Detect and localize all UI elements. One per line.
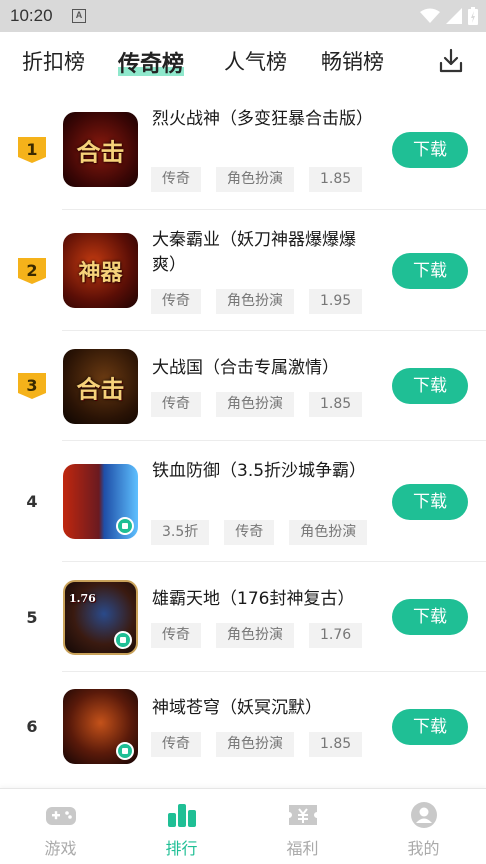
- game-icon[interactable]: 神器: [63, 233, 138, 308]
- tag: 角色扮演: [216, 732, 294, 757]
- tab-label: 传奇榜: [118, 52, 185, 77]
- tab-label: 畅销榜: [321, 50, 384, 74]
- user-icon: [410, 802, 437, 828]
- tag: 角色扮演: [216, 167, 294, 192]
- tab-legend[interactable]: 传奇榜: [118, 46, 185, 78]
- tab-label: 折扣榜: [22, 50, 85, 74]
- game-title: 神域苍穹（妖冥沉默）: [152, 698, 322, 718]
- ranking-icon: [167, 804, 196, 827]
- game-title: 雄霸天地（176封神复古）: [152, 589, 355, 609]
- tag: 1.85: [309, 167, 363, 192]
- nav-welfare[interactable]: 福利: [242, 789, 363, 864]
- download-button[interactable]: 下载: [392, 368, 468, 404]
- nav-ranking[interactable]: 排行: [121, 789, 242, 864]
- rank-number: 1: [26, 140, 38, 159]
- rank-number: 3: [26, 376, 38, 395]
- tag: 1.95: [309, 289, 363, 314]
- rank-number: 2: [26, 261, 38, 280]
- list-item[interactable]: 5 1.76 雄霸天地（176封神复古） 传奇 角色扮演 1.76 下载: [0, 562, 486, 672]
- wifi-icon: [420, 8, 440, 23]
- download-button[interactable]: 下载: [392, 253, 468, 289]
- tab-popular[interactable]: 人气榜: [224, 46, 287, 76]
- status-time: 10:20: [10, 6, 53, 25]
- rank-number: 5: [26, 608, 38, 627]
- tag: 1.76: [309, 623, 363, 648]
- game-tags: 传奇 角色扮演 1.85: [151, 392, 363, 417]
- list-item[interactable]: 6 神域苍穹（妖冥沉默） 传奇 角色扮演 1.85 下载: [0, 672, 486, 782]
- tag: 传奇: [151, 732, 201, 757]
- tab-bestseller[interactable]: 畅销榜: [321, 46, 384, 76]
- signal-icon: [446, 8, 462, 24]
- game-tags: 传奇 角色扮演 1.95: [151, 289, 363, 314]
- notification-icon: A: [72, 9, 86, 23]
- nav-label: 游戏: [44, 839, 77, 858]
- ticket-icon: [288, 805, 317, 825]
- download-button[interactable]: 下载: [392, 709, 468, 745]
- nav-games[interactable]: 游戏: [0, 789, 121, 864]
- tag: 传奇: [151, 289, 201, 314]
- game-title: 烈火战神（多变狂暴合击版）: [152, 109, 373, 129]
- download-button[interactable]: 下载: [392, 484, 468, 520]
- tag: 传奇: [151, 167, 201, 192]
- tag: 角色扮演: [216, 289, 294, 314]
- tab-label: 人气榜: [224, 50, 287, 74]
- game-title: 铁血防御（3.5折沙城争霸）: [152, 461, 367, 481]
- badge-icon: [116, 517, 134, 535]
- game-icon[interactable]: [63, 464, 138, 539]
- tag: 传奇: [151, 392, 201, 417]
- list-item[interactable]: 3 合击 大战国（合击专属激情） 传奇 角色扮演 1.85 下载: [0, 331, 486, 441]
- tag: 传奇: [151, 623, 201, 648]
- tag: 角色扮演: [289, 520, 368, 545]
- status-icons: [420, 7, 478, 25]
- badge-icon: [114, 631, 132, 649]
- game-icon[interactable]: 合击: [63, 112, 138, 187]
- game-icon[interactable]: [63, 689, 138, 764]
- tag: 角色扮演: [216, 623, 294, 648]
- game-tags: 传奇 角色扮演 1.85: [151, 167, 363, 192]
- game-tags: 3.5折 传奇 角色扮演: [151, 520, 368, 545]
- download-button[interactable]: 下载: [392, 599, 468, 635]
- tag: 角色扮演: [216, 392, 294, 417]
- rank-number: 6: [26, 717, 38, 736]
- list-item[interactable]: 2 神器 大秦霸业（妖刀神器爆爆爆爽） 传奇 角色扮演 1.95 下载: [0, 210, 486, 331]
- game-tags: 传奇 角色扮演 1.85: [151, 732, 363, 757]
- game-icon-label: 1.76: [69, 592, 96, 605]
- battery-icon: [468, 7, 478, 25]
- list-item[interactable]: 4 铁血防御（3.5折沙城争霸） 3.5折 传奇 角色扮演 下载: [0, 441, 486, 562]
- status-bar: 10:20 A: [0, 0, 486, 32]
- tag: 1.85: [309, 732, 363, 757]
- tag: 传奇: [224, 520, 275, 545]
- game-icon-label: 神器: [78, 259, 123, 286]
- download-button[interactable]: 下载: [392, 132, 468, 168]
- list-item[interactable]: 1 合击 烈火战神（多变狂暴合击版） 传奇 角色扮演 1.85 下载: [0, 92, 486, 210]
- tag: 1.85: [309, 392, 363, 417]
- game-icon[interactable]: 1.76: [63, 580, 138, 655]
- nav-label: 福利: [286, 839, 319, 858]
- gamepad-icon: [45, 807, 76, 825]
- game-title: 大秦霸业（妖刀神器爆爆爆爽）: [152, 230, 356, 275]
- tab-discount[interactable]: 折扣榜: [22, 46, 85, 76]
- rank-tabs: 折扣榜 传奇榜 人气榜 畅销榜: [0, 32, 486, 92]
- badge-icon: [116, 742, 134, 760]
- tag: 3.5折: [151, 520, 210, 545]
- game-icon[interactable]: 合击: [63, 349, 138, 424]
- nav-mine[interactable]: 我的: [363, 789, 484, 864]
- game-icon-label: 合击: [76, 137, 125, 166]
- game-title: 大战国（合击专属激情）: [152, 358, 339, 378]
- nav-label: 排行: [165, 839, 198, 858]
- download-icon[interactable]: [438, 48, 464, 74]
- nav-label: 我的: [407, 839, 440, 858]
- rank-number: 4: [26, 492, 38, 511]
- bottom-nav: 游戏 排行 福利 我的: [0, 788, 486, 864]
- game-icon-label: 合击: [76, 374, 125, 403]
- game-tags: 传奇 角色扮演 1.76: [151, 623, 363, 648]
